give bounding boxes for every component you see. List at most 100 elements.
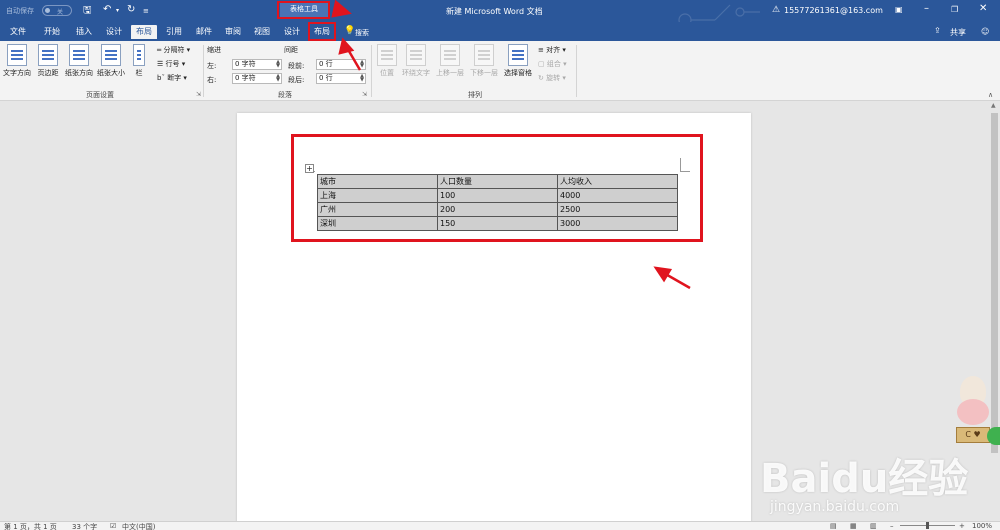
margins-button[interactable]: 页边距 (33, 44, 63, 78)
page-setup-group-label: 页面设置 (86, 91, 114, 99)
read-mode-icon[interactable]: ▤ (830, 522, 837, 530)
group-button[interactable]: ▢ 组合 ▾ (538, 59, 567, 69)
spinner-arrows-icon[interactable]: ▲ ▼ (360, 60, 364, 69)
indent-left-label: 左: (207, 62, 217, 70)
feedback-icon[interactable]: ☺ (981, 27, 989, 36)
side-badge-icon[interactable] (987, 427, 1000, 445)
tab-table-design[interactable]: 设计 (278, 25, 306, 39)
account-email[interactable]: 15577261361@163.com (784, 6, 883, 15)
indent-left-input[interactable]: 0 字符 ▲ ▼ (232, 59, 282, 70)
share-icon[interactable]: ⇪ (934, 26, 941, 35)
ribbon-tabs: 文件 开始 插入 设计 布局 引用 邮件 审阅 视图 设计 布局 💡 搜索 ⇪ … (0, 22, 1000, 41)
restore-icon[interactable]: ❐ (951, 5, 958, 15)
tab-layout[interactable]: 布局 (131, 25, 157, 39)
rotate-label: 旋转 (546, 74, 561, 82)
orientation-button[interactable]: 纸张方向 (64, 44, 94, 78)
tab-home[interactable]: 开始 (38, 25, 66, 39)
close-icon[interactable]: ✕ (979, 4, 987, 14)
group-icon: ▢ (538, 60, 545, 68)
undo-dropdown-icon[interactable]: ▾ (116, 6, 119, 16)
tab-review[interactable]: 审阅 (219, 25, 247, 39)
minimize-icon[interactable]: – (924, 4, 929, 14)
selection-pane-label: 选择窗格 (504, 69, 532, 77)
warning-icon[interactable]: ⚠ (772, 5, 780, 15)
language-indicator[interactable]: 中文(中国) (122, 522, 155, 530)
space-before-label: 段前: (288, 62, 305, 70)
text-direction-button[interactable]: 文字方向 (2, 44, 32, 78)
tab-mailings[interactable]: 邮件 (190, 25, 218, 39)
space-after-input[interactable]: 0 行 ▲ ▼ (316, 73, 366, 84)
rotate-icon: ↻ (538, 74, 544, 82)
scrollbar-thumb[interactable] (991, 113, 998, 453)
tell-me-search[interactable]: 搜索 (355, 28, 369, 38)
annotation-highlight-layout-tab (308, 22, 336, 41)
text-direction-icon (7, 44, 27, 66)
line-numbers-icon: ☰ (157, 60, 164, 68)
space-before-input[interactable]: 0 行 ▲ ▼ (316, 59, 366, 70)
size-button[interactable]: 纸张大小 (96, 44, 126, 78)
proofing-icon[interactable]: ☑ (110, 522, 116, 530)
scroll-up-icon[interactable]: ▲ (991, 102, 996, 109)
group-label: 组合 (546, 60, 561, 68)
word-count[interactable]: 33 个字 (72, 522, 97, 530)
zoom-slider-thumb[interactable] (926, 522, 929, 529)
watermark-brand: Baidu经验 (760, 456, 969, 502)
paragraph-launcher-icon[interactable]: ⇲ (362, 91, 367, 98)
wrap-text-button[interactable]: 环绕文字 (401, 44, 431, 78)
ribbon-display-options-icon[interactable]: ▣ (895, 5, 903, 15)
zoom-level[interactable]: 100% (972, 522, 992, 530)
rotate-button[interactable]: ↻ 旋转 ▾ (538, 73, 566, 83)
collapse-ribbon-icon[interactable]: ∧ (988, 91, 993, 99)
position-label: 位置 (380, 69, 394, 77)
mascot-pig-icon: C ♥ (952, 371, 992, 461)
bring-forward-icon (440, 44, 460, 66)
zoom-in-icon[interactable]: + (959, 522, 965, 530)
space-after-value: 0 行 (319, 74, 333, 82)
spinner-arrows-icon[interactable]: ▲ ▼ (276, 60, 280, 69)
orientation-label: 纸张方向 (65, 69, 93, 77)
breaks-button[interactable]: ═ 分隔符 ▾ (157, 45, 190, 55)
margins-icon (38, 44, 58, 66)
indent-right-value: 0 字符 (235, 74, 256, 82)
position-button[interactable]: 位置 (372, 44, 402, 78)
customize-qat-icon[interactable]: ≡ (143, 6, 149, 16)
tab-file[interactable]: 文件 (4, 25, 32, 39)
margins-label: 页边距 (37, 69, 59, 77)
web-layout-icon[interactable]: ▥ (870, 522, 877, 530)
columns-button[interactable]: 栏 (129, 44, 149, 78)
align-button[interactable]: ≡ 对齐 ▾ (538, 45, 566, 55)
hyphenation-label: 断字 (167, 74, 182, 82)
tab-references[interactable]: 引用 (160, 25, 188, 39)
save-icon[interactable]: 🖫 (83, 6, 92, 16)
print-layout-icon[interactable]: ▦ (850, 522, 857, 530)
zoom-out-icon[interactable]: – (890, 522, 894, 530)
page-setup-launcher-icon[interactable]: ⇲ (196, 91, 201, 98)
status-bar: 第 1 页，共 1 页 33 个字 ☑ 中文(中国) ▤ ▦ ▥ – + 100… (0, 521, 1000, 530)
ribbon-panel: 文字方向 页边距 纸张方向 纸张大小 栏 ═ 分隔符 ▾ ☰ 行号 ▾ bˇ 断… (0, 41, 1000, 101)
indent-left-value: 0 字符 (235, 60, 256, 68)
undo-icon[interactable]: ↶ (103, 5, 111, 15)
tab-view[interactable]: 视图 (248, 25, 276, 39)
line-numbers-button[interactable]: ☰ 行号 ▾ (157, 59, 185, 69)
tab-insert[interactable]: 插入 (70, 25, 98, 39)
send-backward-button[interactable]: 下移一层 (469, 44, 499, 78)
page-indicator[interactable]: 第 1 页，共 1 页 (4, 522, 57, 530)
bring-forward-button[interactable]: 上移一层 (435, 44, 465, 78)
indent-right-input[interactable]: 0 字符 ▲ ▼ (232, 73, 282, 84)
autosave-toggle[interactable]: 关 (42, 5, 72, 16)
orientation-icon (69, 44, 89, 66)
selection-pane-icon (508, 44, 528, 66)
share-button[interactable]: 共享 (950, 27, 966, 38)
tab-design[interactable]: 设计 (100, 25, 128, 39)
hyphenation-button[interactable]: bˇ 断字 ▾ (157, 73, 187, 83)
lightbulb-icon: 💡 (344, 26, 356, 36)
spinner-arrows-icon[interactable]: ▲ ▼ (276, 74, 280, 83)
wrap-text-icon (406, 44, 426, 66)
document-title: 新建 Microsoft Word 文档 (446, 7, 543, 16)
spinner-arrows-icon[interactable]: ▲ ▼ (360, 74, 364, 83)
redo-icon[interactable]: ↻ (127, 5, 135, 15)
selection-pane-button[interactable]: 选择窗格 (502, 44, 534, 78)
send-backward-label: 下移一层 (470, 69, 498, 77)
indent-right-label: 右: (207, 76, 217, 84)
send-backward-icon (474, 44, 494, 66)
